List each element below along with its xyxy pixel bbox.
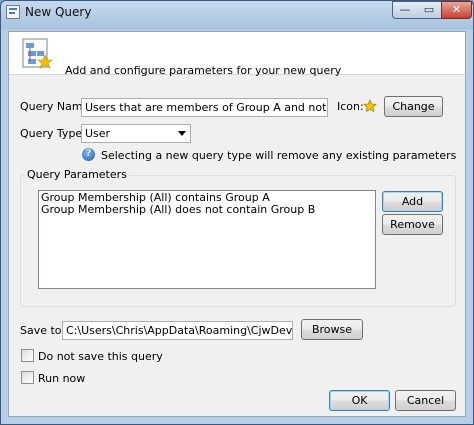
run-now-checkbox[interactable] xyxy=(21,371,34,384)
header-band: Add and configure parameters for your ne… xyxy=(9,32,465,77)
minimize-button[interactable]: — xyxy=(392,1,418,19)
icon-label: Icon: xyxy=(337,100,364,113)
do-not-save-label[interactable]: Do not save this query xyxy=(38,350,163,363)
star-icon xyxy=(363,99,377,113)
query-with-star-icon xyxy=(22,38,53,69)
change-icon-button[interactable]: Change xyxy=(384,96,443,117)
browse-button[interactable]: Browse xyxy=(301,319,363,340)
new-query-window: New Query — ▭ ✕ Add and configure parame… xyxy=(0,0,474,425)
do-not-save-checkbox[interactable] xyxy=(21,349,34,362)
add-parameter-button[interactable]: Add xyxy=(382,191,443,212)
remove-parameter-button[interactable]: Remove xyxy=(382,214,443,235)
query-type-info-text: Selecting a new query type will remove a… xyxy=(101,149,457,162)
save-path-input[interactable]: C:\Users\Chris\AppData\Roaming\CjwDev\AD… xyxy=(62,321,293,340)
query-type-label: Query Type: xyxy=(20,127,86,140)
title-bar[interactable]: New Query — ▭ ✕ xyxy=(1,1,473,25)
chevron-down-icon xyxy=(178,131,186,136)
query-parameters-title: Query Parameters xyxy=(25,168,129,181)
maximize-button[interactable]: ▭ xyxy=(417,1,442,19)
run-now-label[interactable]: Run now xyxy=(38,372,85,385)
list-item[interactable]: Group Membership (All) does not contain … xyxy=(41,204,373,216)
query-name-input[interactable]: Users that are members of Group A and no… xyxy=(81,98,328,117)
query-type-value: User xyxy=(85,127,111,140)
cancel-button[interactable]: Cancel xyxy=(395,390,456,411)
window-title: New Query xyxy=(25,5,92,19)
parameters-list[interactable]: Group Membership (All) contains Group A … xyxy=(38,190,376,289)
save-to-label: Save to: xyxy=(20,324,66,337)
query-type-select[interactable]: User xyxy=(81,124,191,143)
header-text: Add and configure parameters for your ne… xyxy=(65,64,342,77)
info-icon: ? xyxy=(82,148,95,161)
close-button[interactable]: ✕ xyxy=(441,1,472,19)
app-icon xyxy=(6,5,20,19)
ok-button[interactable]: OK xyxy=(329,390,390,411)
dialog-body: Add and configure parameters for your ne… xyxy=(8,31,466,417)
